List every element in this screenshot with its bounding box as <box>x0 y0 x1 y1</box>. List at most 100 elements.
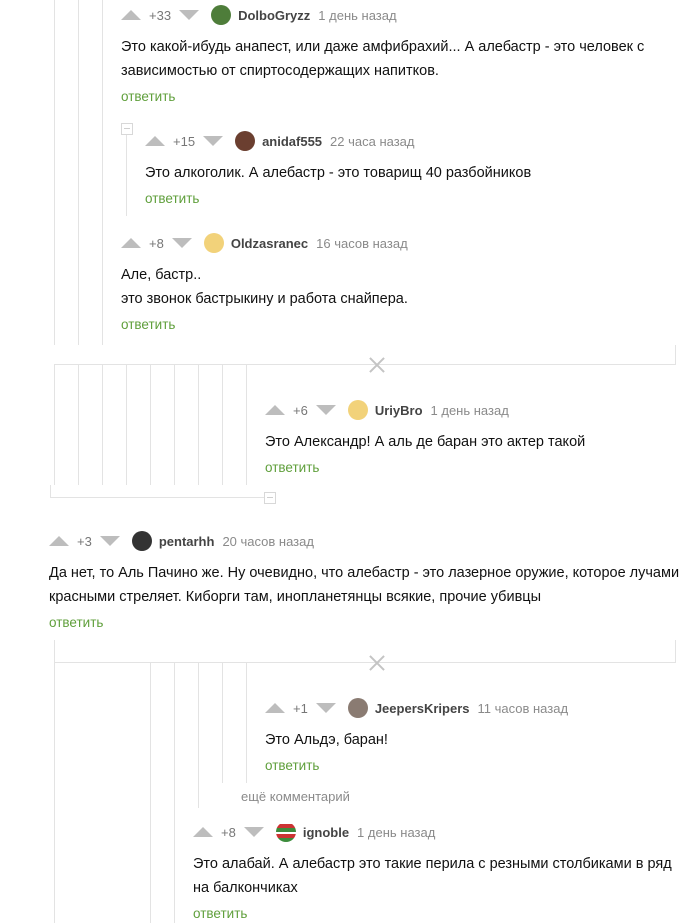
thread-line <box>54 0 55 345</box>
username[interactable]: ignoble <box>303 825 349 840</box>
comment-time[interactable]: 16 часов назад <box>316 236 408 251</box>
user-avatar[interactable] <box>347 400 368 420</box>
comment-time[interactable]: 22 часа назад <box>330 134 414 149</box>
thread-line <box>198 663 199 808</box>
downvote-arrow-icon[interactable] <box>179 10 200 20</box>
thread-line <box>222 365 223 485</box>
username[interactable]: anidaf555 <box>262 134 322 149</box>
thread-line <box>78 0 79 345</box>
username[interactable]: UriyBro <box>375 403 423 418</box>
reply-link[interactable]: ответить <box>121 317 175 332</box>
comment-line: Это Александр! А аль де баран это актер … <box>265 434 586 450</box>
collapse-toggle[interactable] <box>264 492 276 504</box>
comment-text: Это какой-ибудь анапест, или даже амфибр… <box>121 35 681 83</box>
thread-line <box>675 640 676 663</box>
comment-rating: +8 <box>149 235 164 251</box>
upvote-arrow-icon[interactable] <box>145 136 165 146</box>
reply-link[interactable]: ответить <box>49 615 103 630</box>
downvote-arrow-icon[interactable] <box>243 827 264 837</box>
user-avatar[interactable] <box>235 131 256 151</box>
comment: +1 JeepersKripers 11 часов назад Это Аль… <box>265 698 685 775</box>
username[interactable]: DolboGryzz <box>238 8 310 23</box>
downvote-arrow-icon[interactable] <box>315 703 336 713</box>
reply-link[interactable]: ответить <box>145 191 199 206</box>
user-avatar[interactable] <box>275 822 296 842</box>
upvote-arrow-icon[interactable] <box>121 10 141 20</box>
comment-text: Это Александр! А аль де баран это актер … <box>265 430 685 454</box>
comment-time[interactable]: 1 день назад <box>357 825 435 840</box>
comment-line: Это алабай. А алебастр это такие перила … <box>193 856 672 872</box>
comment-text: Але, бастр.. это звонок бастрыкину и раб… <box>121 263 681 311</box>
comment-time[interactable]: 20 часов назад <box>222 534 314 549</box>
comment-rating: +8 <box>221 824 236 840</box>
username[interactable]: pentarhh <box>159 534 215 549</box>
collapsed-bar <box>54 662 676 663</box>
thread-line <box>150 365 151 485</box>
comment-time[interactable]: 1 день назад <box>318 8 396 23</box>
close-icon[interactable] <box>368 654 386 672</box>
reply-link[interactable]: ответить <box>193 906 247 921</box>
thread-line <box>102 0 103 345</box>
comment-line: Это какой-ибудь анапест, или даже амфибр… <box>121 39 645 55</box>
comment-rating: +1 <box>293 700 308 716</box>
upvote-arrow-icon[interactable] <box>49 536 69 546</box>
user-avatar[interactable] <box>347 698 368 718</box>
downvote-arrow-icon[interactable] <box>99 536 120 546</box>
close-icon[interactable] <box>368 356 386 374</box>
thread-line <box>675 345 676 365</box>
comment-line: это звонок бастрыкину и работа снайпера. <box>121 291 408 307</box>
username[interactable]: JeepersKripers <box>375 701 470 716</box>
reply-link[interactable]: ответить <box>265 460 319 475</box>
comment-text: Это алабай. А алебастр это такие перила … <box>193 852 693 900</box>
user-avatar[interactable] <box>211 5 232 25</box>
thread-line <box>198 365 199 485</box>
thread-line <box>54 640 55 663</box>
downvote-arrow-icon[interactable] <box>315 405 336 415</box>
comment-rating: +15 <box>173 133 196 149</box>
comment: +3 pentarhh 20 часов назад Да нет, то Ал… <box>49 531 689 632</box>
comment-line: Это алкоголик. А алебастр - это товарищ … <box>145 165 532 181</box>
comment-rating: +6 <box>293 402 308 418</box>
comment-text: Это алкоголик. А алебастр - это товарищ … <box>145 161 675 185</box>
thread-line <box>78 365 79 485</box>
comment-text: Да нет, то Аль Пачино же. Ну очевидно, ч… <box>49 561 689 609</box>
collapsed-bar <box>54 364 676 365</box>
collapse-toggle[interactable] <box>121 123 133 135</box>
thread-line <box>174 365 175 485</box>
comment-line: на балкончиках <box>193 880 298 896</box>
upvote-arrow-icon[interactable] <box>193 827 213 837</box>
more-comments-link[interactable]: ещё комментарий <box>241 789 350 804</box>
upvote-arrow-icon[interactable] <box>265 405 285 415</box>
comment-time[interactable]: 11 часов назад <box>478 701 569 716</box>
comment: +8 Oldzasranec 16 часов назад Але, бастр… <box>121 233 681 334</box>
upvote-arrow-icon[interactable] <box>121 238 141 248</box>
comment-line: зависимостью от спиртосодержащих напитко… <box>121 63 439 79</box>
comment: +6 UriyBro 1 день назад Это Александр! А… <box>265 400 685 477</box>
comment-rating: +3 <box>77 533 92 549</box>
thread-line <box>126 128 127 216</box>
comment-time[interactable]: 1 день назад <box>431 403 509 418</box>
comment: +15 anidaf555 22 часа назад Это алкоголи… <box>145 131 675 208</box>
comment: +33 DolboGryzz 1 день назад Это какой-иб… <box>121 5 681 106</box>
downvote-arrow-icon[interactable] <box>203 136 224 146</box>
upvote-arrow-icon[interactable] <box>265 703 285 713</box>
username[interactable]: Oldzasranec <box>231 236 308 251</box>
thread-line <box>174 663 175 923</box>
comment-line: красными стреляет. Киборги там, иноплане… <box>49 589 541 605</box>
reply-link[interactable]: ответить <box>265 758 319 773</box>
reply-link[interactable]: ответить <box>121 89 175 104</box>
downvote-arrow-icon[interactable] <box>171 238 192 248</box>
user-avatar[interactable] <box>203 233 224 253</box>
comment-line: Это Альдэ, баран! <box>265 732 388 748</box>
thread-line <box>150 663 151 923</box>
user-avatar[interactable] <box>131 531 152 551</box>
thread-line <box>126 365 127 485</box>
thread-line <box>246 663 247 783</box>
comment-line: Да нет, то Аль Пачино же. Ну очевидно, ч… <box>49 565 680 581</box>
comment-text: Это Альдэ, баран! <box>265 728 685 752</box>
thread-line <box>54 365 55 485</box>
thread-line <box>102 365 103 485</box>
thread-line <box>54 663 55 923</box>
comment-line: Але, бастр.. <box>121 267 202 283</box>
comment: +8 ignoble 1 день назад Это алабай. А ал… <box>193 822 693 923</box>
